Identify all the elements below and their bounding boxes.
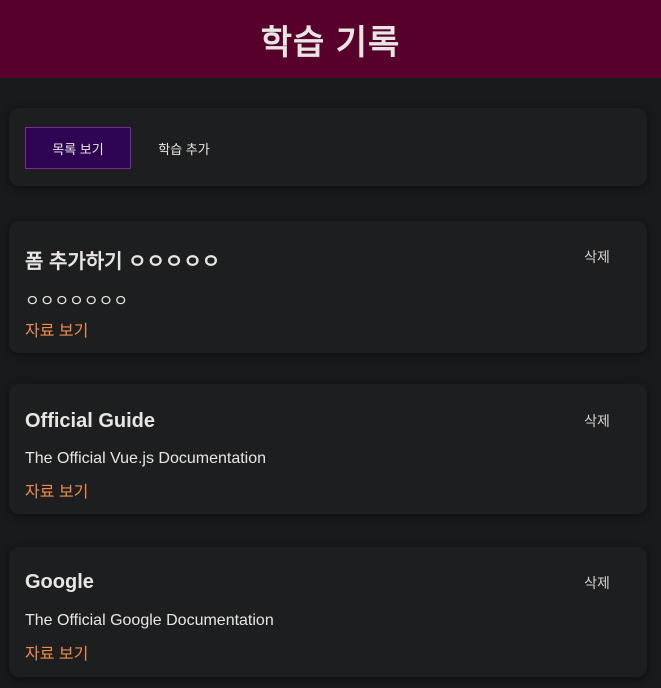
resource-title: 폼 추가하기 ㅇㅇㅇㅇㅇ bbox=[25, 251, 221, 273]
delete-button[interactable]: 삭제 bbox=[571, 245, 623, 269]
resource-card: Google 삭제 The Official Google Documentat… bbox=[9, 547, 647, 677]
tab-list-view[interactable]: 목록 보기 bbox=[25, 127, 131, 169]
resource-card: Official Guide 삭제 The Official Vue.js Do… bbox=[9, 384, 647, 514]
resource-description: The Official Vue.js Documentation bbox=[25, 450, 267, 467]
view-resource-link[interactable]: 자료 보기 bbox=[25, 640, 88, 664]
resource-card: 폼 추가하기 ㅇㅇㅇㅇㅇ 삭제 ㅇㅇㅇㅇㅇㅇㅇ 자료 보기 bbox=[9, 221, 647, 353]
resource-title: Official Guide bbox=[25, 410, 156, 432]
view-resource-link[interactable]: 자료 보기 bbox=[25, 478, 88, 502]
tab-add-learning[interactable]: 학습 추가 bbox=[131, 127, 237, 169]
delete-button[interactable]: 삭제 bbox=[571, 409, 623, 433]
page-title: 학습 기록 bbox=[260, 23, 401, 62]
tab-bar: 목록 보기 학습 추가 bbox=[9, 108, 647, 186]
resource-description: The Official Google Documentation bbox=[25, 612, 274, 629]
delete-button[interactable]: 삭제 bbox=[571, 571, 623, 595]
resource-title: Google bbox=[25, 571, 94, 593]
resource-description: ㅇㅇㅇㅇㅇㅇㅇ bbox=[25, 293, 129, 310]
view-resource-link[interactable]: 자료 보기 bbox=[25, 317, 88, 341]
app-header: 학습 기록 bbox=[0, 0, 661, 78]
